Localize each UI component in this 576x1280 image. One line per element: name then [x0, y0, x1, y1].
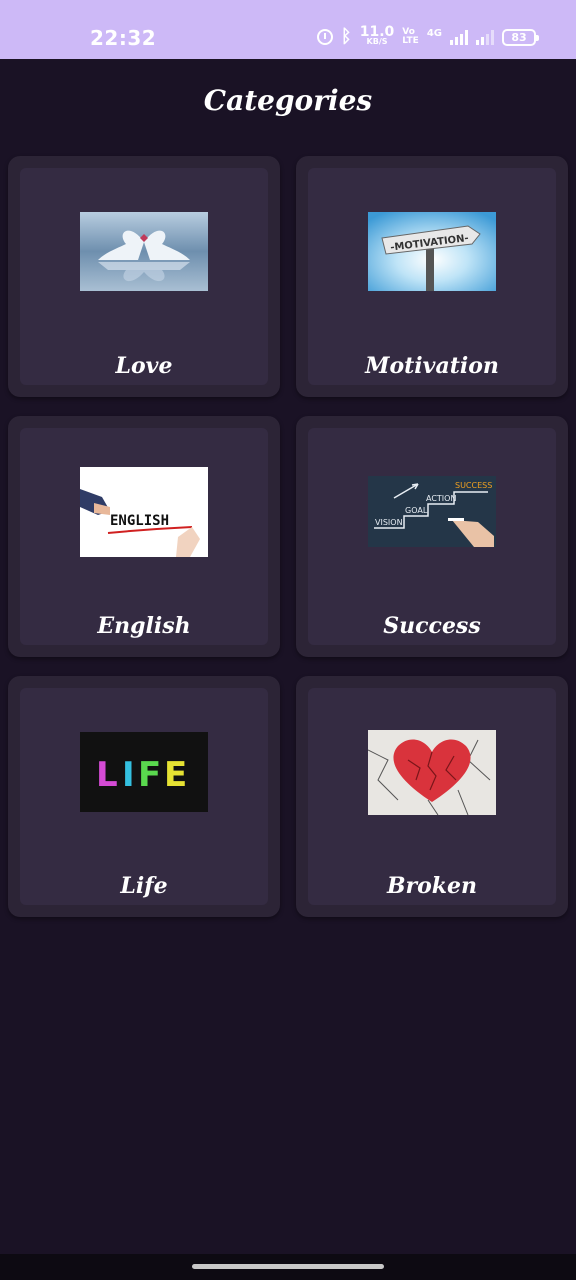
category-label: Love — [115, 353, 173, 379]
category-card-success[interactable]: VISION GOAL ACTION SUCCESS Success — [296, 416, 568, 657]
category-card-broken[interactable]: Broken — [296, 676, 568, 917]
battery-level: 83 — [511, 30, 527, 44]
category-label: Broken — [386, 873, 478, 899]
category-label: Life — [120, 873, 168, 899]
volte-indicator: Vo LTE — [402, 28, 419, 46]
network-type: 4G — [426, 27, 442, 39]
category-card-english[interactable]: ENGLISH English — [8, 416, 280, 657]
card-inner: Love — [20, 168, 268, 385]
category-grid: Love -MOTIVATION- Motivation ENGLISH Eng… — [8, 156, 568, 917]
step-goal: GOAL — [405, 506, 428, 515]
network-speed: 11.0 KB/S — [359, 24, 395, 47]
card-inner: Broken — [308, 688, 556, 905]
life-letter-l: L — [96, 755, 118, 795]
life-letter-e: E — [164, 755, 187, 795]
card-inner: ENGLISH English — [20, 428, 268, 645]
category-label: Success — [383, 613, 481, 639]
network-speed-value: 11.0 — [359, 24, 395, 40]
signal-2-icon — [476, 29, 494, 45]
category-card-life[interactable]: L I F E Life — [8, 676, 280, 917]
status-icons: ᛒ 11.0 KB/S Vo LTE 4G 83 — [316, 24, 539, 47]
category-card-motivation[interactable]: -MOTIVATION- Motivation — [296, 156, 568, 397]
card-inner: VISION GOAL ACTION SUCCESS Success — [308, 428, 556, 645]
english-text: ENGLISH — [110, 513, 169, 529]
home-indicator[interactable] — [192, 1264, 384, 1269]
category-label: English — [97, 613, 191, 639]
page-title: Categories — [203, 84, 373, 117]
step-action: ACTION — [426, 494, 456, 503]
bluetooth-icon: ᛒ — [340, 26, 352, 47]
swans-heart-image — [80, 212, 208, 291]
navigation-bar — [0, 1254, 576, 1280]
battery-icon: 83 — [502, 28, 539, 46]
motivation-sign-image: -MOTIVATION- — [368, 212, 496, 291]
life-letter-i: I — [122, 755, 135, 795]
card-inner: L I F E Life — [20, 688, 268, 905]
english-writing-image: ENGLISH — [80, 467, 208, 557]
volte-bottom: LTE — [402, 36, 419, 46]
life-neon-image: L I F E — [80, 732, 208, 812]
success-steps-image: VISION GOAL ACTION SUCCESS — [368, 476, 496, 547]
category-label: Motivation — [365, 353, 499, 379]
step-success: SUCCESS — [455, 481, 492, 490]
status-bar: 22:32 ᛒ 11.0 KB/S Vo LTE 4G 83 — [0, 0, 576, 59]
signal-icon — [450, 29, 468, 45]
broken-heart-image — [368, 730, 496, 815]
step-vision: VISION — [375, 518, 403, 527]
card-inner: -MOTIVATION- Motivation — [308, 168, 556, 385]
status-time: 22:32 — [90, 26, 157, 50]
category-card-love[interactable]: Love — [8, 156, 280, 397]
alarm-icon — [316, 29, 333, 45]
life-letter-f: F — [138, 755, 161, 795]
